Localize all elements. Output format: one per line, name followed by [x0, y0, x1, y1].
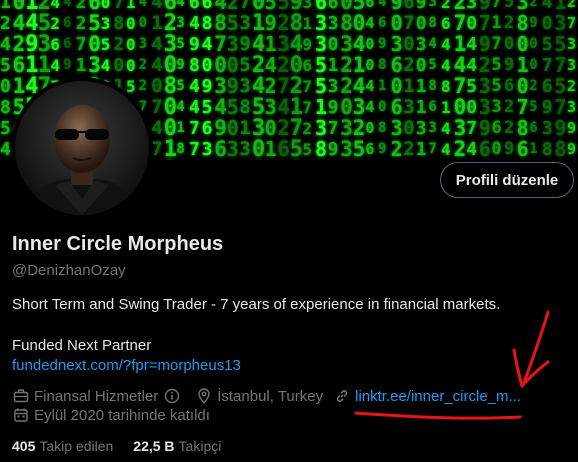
annotation-underline [354, 411, 522, 420]
matrix-rain-column: 2 9 0 0 2 5 6 1 2 [529, 0, 538, 157]
link-icon [333, 387, 351, 405]
avatar-image [15, 81, 149, 215]
matrix-rain-column: 4 6 9 8 1 0 8 9 8 [378, 0, 387, 157]
bio-partner-line: Funded Next Partner [12, 337, 152, 354]
matrix-rain-column: 4 8 7 0 3 4 9 6 1 [214, 0, 227, 160]
matrix-rain-column: 2 7 1 4 7 0 3 2 0 [453, 0, 467, 160]
matrix-rain-column: 6 4 9 8 4 4 7 7 9 [189, 0, 200, 160]
matrix-rain-column: 5 0 4 1 4 3 2 5 5 [352, 0, 366, 160]
matrix-rain-column: 6 3 3 5 5 1 3 8 7 [315, 0, 328, 160]
joined-label: Eylül 2020 tarihinde katıldı [34, 406, 210, 424]
matrix-rain-column: 4 0 5 7 6 9 3 8 6 [541, 0, 553, 160]
matrix-rain-column: 0 1 4 2 4 5 3 0 0 [252, 0, 266, 160]
matrix-rain-column: 3 8 4 5 8 6 3 7 4 [428, 0, 437, 157]
bio-partner-link[interactable]: fundednext.com/?fpr=morpheus13 [12, 357, 241, 374]
profile-stats: 405 Takip edilen 22,5 B Takipçi [12, 438, 241, 454]
display-name: Inner Circle Morpheus [12, 233, 224, 255]
website-link[interactable]: linktr.ee/inner_circle_m... [355, 388, 521, 405]
website-item: linktr.ee/inner_circle_m... [333, 387, 521, 405]
location-item: İstanbul, Turkey [195, 387, 323, 405]
joined-item: Eylül 2020 tarihinde katıldı [12, 406, 210, 424]
matrix-rain-column: 2 6 4 4 8 1 4 4 2 [441, 0, 451, 159]
username-handle: @DenizhanOzay [12, 262, 126, 279]
matrix-rain-column: 2 7 3 3 2 3 9 9 0 [567, 0, 577, 158]
matrix-rain-column: 6 8 4 0 9 5 6 3 7 [201, 0, 213, 160]
matrix-rain-column: 6 4 0 0 4 4 0 6 0 [365, 0, 375, 158]
matrix-rain-column: 4 3 5 9 5 4 1 8 6 [176, 0, 185, 157]
category-item: Finansal Hizmetler [12, 387, 185, 405]
matrix-rain-column: 5 2 0 9 6 2 2 9 2 [504, 0, 515, 159]
info-icon[interactable] [163, 387, 181, 405]
matrix-rain-column: 6 3 0 1 3 9 7 9 4 [327, 0, 339, 160]
matrix-rain-column: 1 2 4 5 0 8 5 4 2 [0, 0, 11, 160]
followers-label: Takipçi [178, 438, 222, 454]
matrix-rain-column: 9 0 3 6 0 6 3 2 9 [390, 0, 403, 160]
matrix-rain-column: 9 0 3 0 1 1 3 1 3 [415, 0, 427, 160]
matrix-rain-column: 5 9 1 4 2 3 0 1 7 [264, 0, 277, 160]
profile-meta-row: Finansal Hizmetler İstanbul, Turkey link… [12, 387, 531, 405]
matrix-rain-column: 1 3 5 7 5 7 9 8 2 [554, 0, 567, 160]
avatar[interactable] [11, 77, 153, 219]
matrix-rain-column: 7 3 9 5 3 8 1 3 4 [239, 0, 251, 160]
following-count: 405 [12, 438, 36, 454]
location-pin-icon [195, 387, 213, 405]
edit-profile-button[interactable]: Profili düzenle [440, 162, 574, 198]
matrix-rain-column: 3 1 9 6 7 7 2 5 1 [302, 0, 313, 159]
location-label: İstanbul, Turkey [217, 387, 324, 405]
matrix-rain-column: 0 8 3 2 2 0 3 3 9 [340, 0, 353, 160]
matrix-rain-column: 6 7 0 2 1 3 0 2 4 [403, 0, 415, 160]
followers-count: 22,5 B [133, 438, 175, 454]
bio-text: Short Term and Swing Trader - 7 years of… [12, 296, 501, 313]
followers-stat[interactable]: 22,5 B Takipçi [133, 438, 221, 454]
matrix-rain-column: 7 1 7 5 5 3 6 0 4 [491, 0, 502, 159]
annotation-arrow [512, 310, 550, 388]
following-label: Takip edilen [39, 438, 114, 454]
matrix-rain-column: 3 8 0 1 0 7 8 6 0 [516, 0, 529, 160]
matrix-rain-column: 4 1 4 4 0 7 4 7 3 [151, 0, 163, 160]
calendar-icon [12, 406, 30, 424]
matrix-rain-column: 9 7 9 2 3 3 9 6 8 [478, 0, 491, 160]
following-stat[interactable]: 405 Takip edilen [12, 438, 113, 454]
profile-joined-row: Eylül 2020 tarihinde katıldı [12, 406, 220, 424]
matrix-rain-column: 2 5 3 0 9 5 0 3 1 [226, 0, 239, 160]
category-label: Finansal Hizmetler [34, 387, 159, 405]
briefcase-icon [12, 387, 30, 405]
matrix-rain-column: 5 2 3 2 7 4 2 6 8 [277, 0, 290, 160]
matrix-rain-column: 3 0 4 4 5 0 7 4 7 [466, 0, 478, 160]
